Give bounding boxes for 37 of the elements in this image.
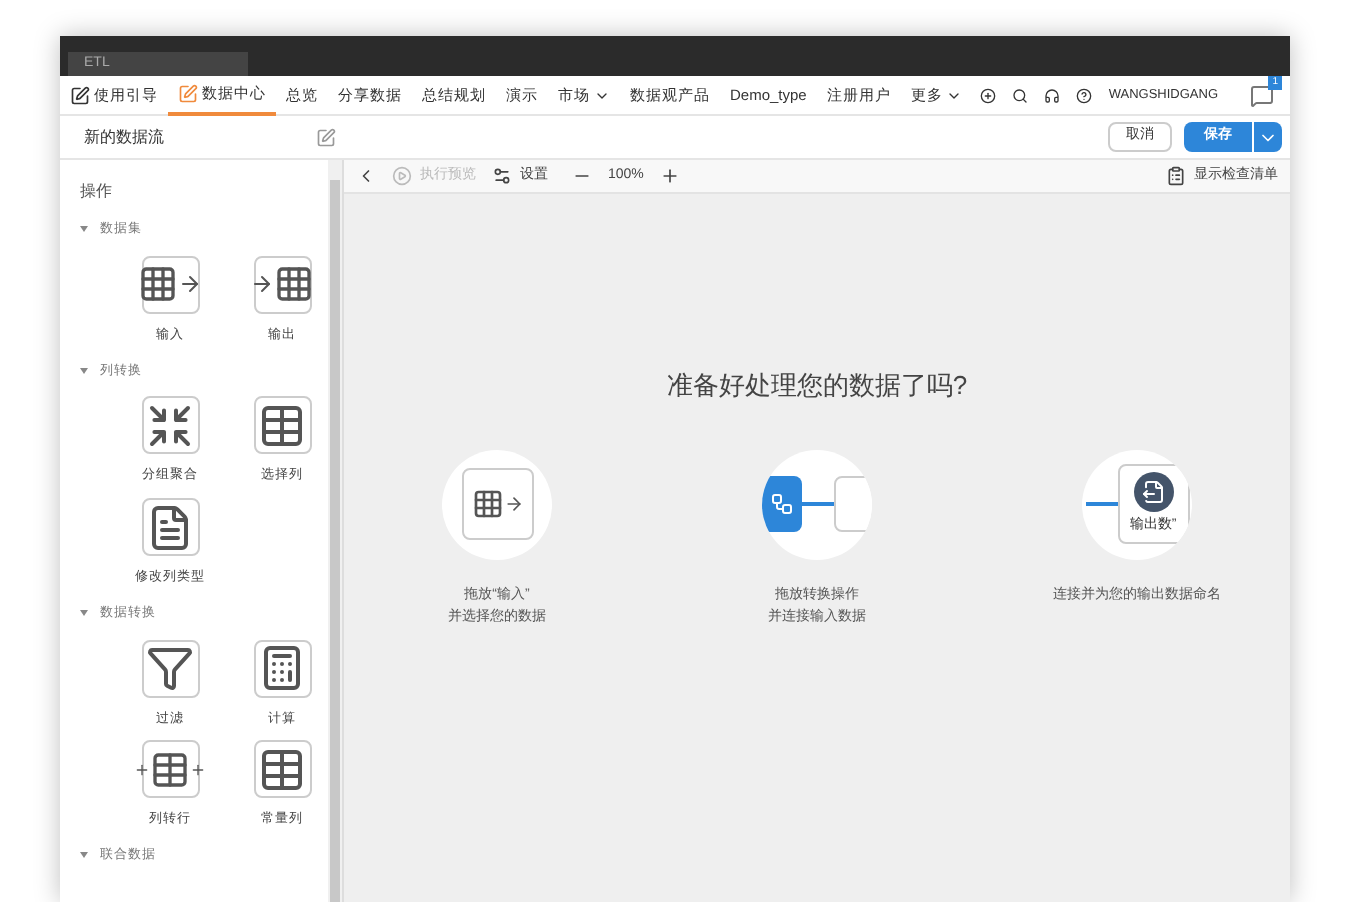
operation-tile[interactable]: [141, 255, 199, 314]
operation-tile[interactable]: [253, 639, 311, 697]
operation-tile[interactable]: [253, 396, 311, 455]
message-icon[interactable]: [1250, 83, 1274, 107]
sliders-icon: [492, 166, 512, 186]
panel-title: 操作: [80, 180, 114, 204]
table-plus-icon: [134, 749, 206, 790]
operation-tile[interactable]: [253, 255, 311, 314]
connector-line: [1085, 502, 1117, 506]
filter-icon: [146, 644, 194, 692]
operation-tile[interactable]: [141, 639, 199, 697]
add-icon[interactable]: [980, 85, 997, 105]
play-icon: [392, 166, 412, 186]
grid-arrow-icon: [138, 264, 202, 305]
operation-tile[interactable]: [141, 396, 199, 455]
shrink-arrows-icon: [146, 401, 194, 450]
canvas-heading: 准备好处理您的数据了吗?: [666, 368, 968, 404]
help-icon[interactable]: [1076, 85, 1093, 105]
edit-icon[interactable]: [316, 127, 336, 147]
pen-square-icon: [69, 85, 90, 105]
pen-square-icon: [177, 83, 198, 103]
search-icon[interactable]: [1012, 85, 1029, 105]
arrow-grid-icon: [250, 264, 314, 305]
calculator-icon: [258, 644, 306, 692]
headphones-icon[interactable]: [1044, 85, 1061, 105]
save-menu-button[interactable]: [1254, 122, 1282, 152]
operation-tile[interactable]: [141, 740, 199, 799]
document-icon: [146, 503, 194, 551]
operation-tile[interactable]: [141, 498, 199, 556]
table-icon: [258, 401, 306, 450]
scrollbar[interactable]: [328, 160, 342, 902]
grid-arrow-icon: [471, 488, 523, 520]
zoom-in-icon[interactable]: [659, 166, 680, 186]
table-icon: [258, 745, 306, 794]
flow-title: 新的数据流: [84, 125, 166, 149]
clipboard-icon: [1166, 166, 1186, 186]
operation-tile[interactable]: [253, 740, 311, 799]
